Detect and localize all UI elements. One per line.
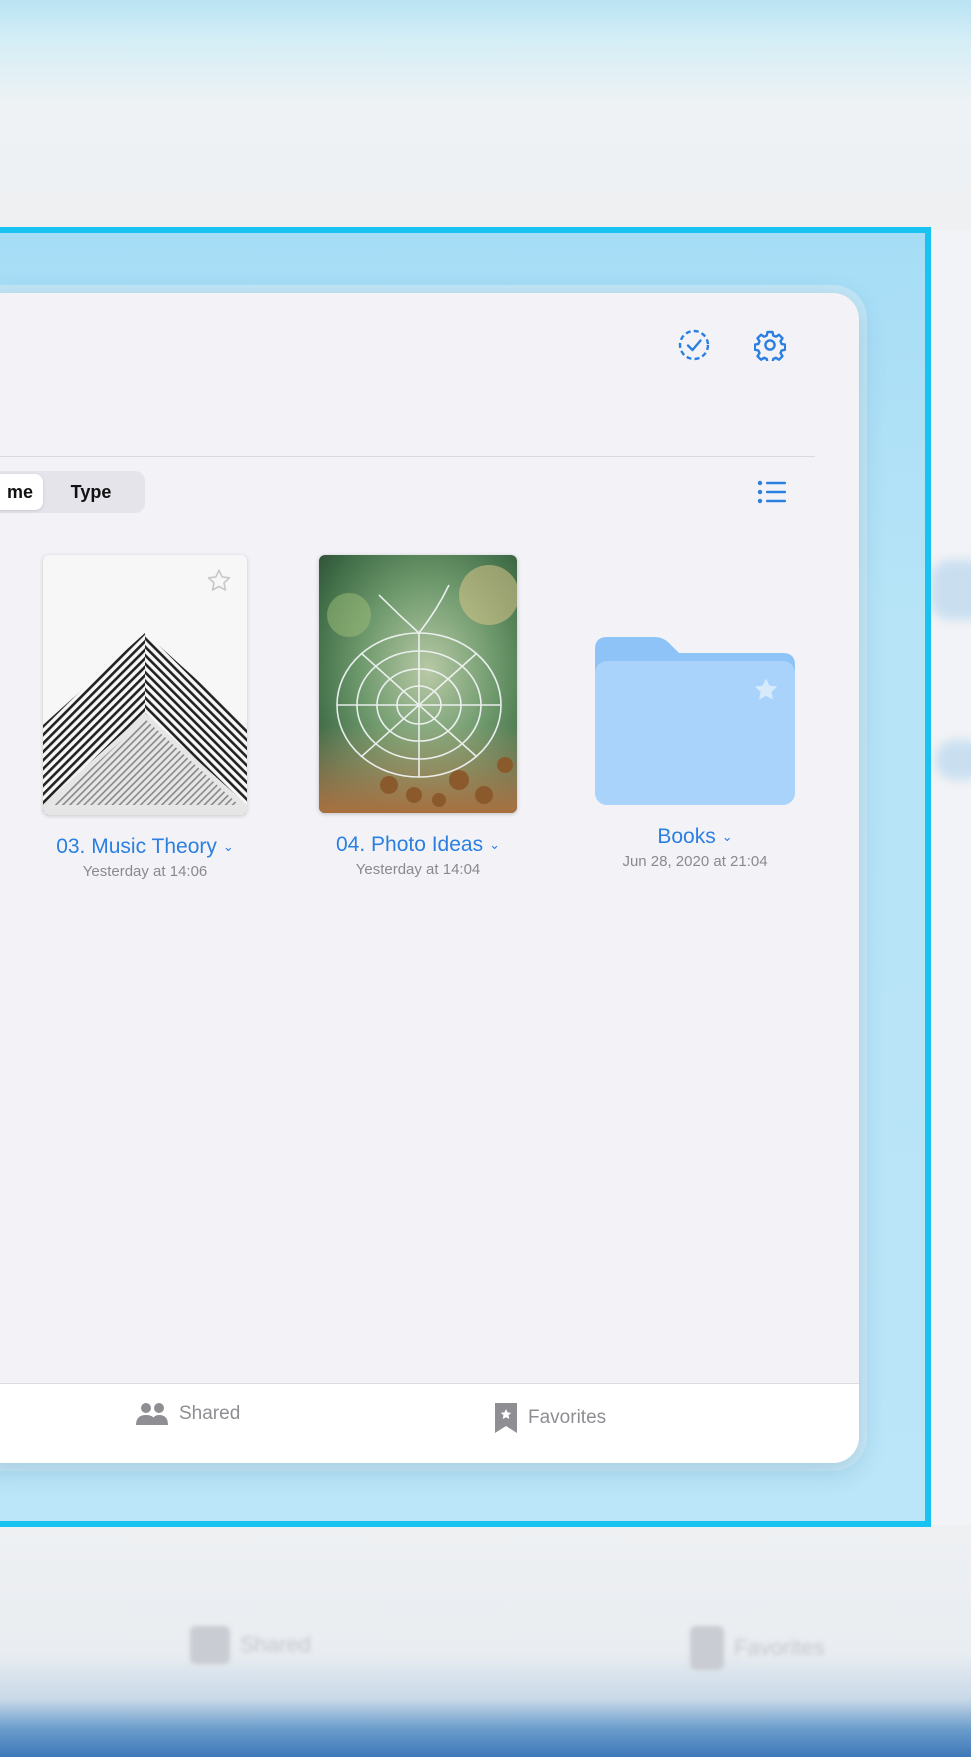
folder-title-row[interactable]: Books ⌄ (590, 825, 800, 849)
tab-favorites[interactable]: Favorites (494, 1402, 606, 1434)
gear-icon (754, 330, 786, 361)
people-icon (136, 1403, 168, 1425)
app-window: me Type 03. Music Theory ⌄ Yesterday at … (0, 293, 859, 1463)
ghost-bookmark-icon (690, 1626, 724, 1670)
sort-by-type-segment[interactable]: Type (43, 474, 139, 510)
chevron-down-icon: ⌄ (721, 829, 733, 844)
sort-by-name-label: me (6, 481, 33, 502)
folder-date: Jun 28, 2020 at 21:04 (622, 853, 768, 870)
sort-by-name-segment[interactable]: me (0, 474, 43, 510)
folder-card[interactable]: Books ⌄ Jun 28, 2020 at 21:04 (590, 555, 800, 870)
tab-shared-label: Shared (179, 1403, 241, 1424)
document-date: Yesterday at 14:04 (355, 861, 481, 878)
select-button[interactable] (676, 327, 712, 363)
bottom-tab-bar: Shared Favorites (0, 1383, 859, 1463)
notebook-cover-music-theory[interactable] (43, 555, 247, 815)
backdrop-bottom (0, 1525, 971, 1757)
document-date: Yesterday at 14:06 (82, 863, 208, 880)
document-card[interactable]: 03. Music Theory ⌄ Yesterday at 14:06 (40, 555, 250, 880)
backdrop-ghost-shared-tab: Shared (190, 1626, 311, 1664)
notebook-cover-photo-ideas[interactable] (319, 555, 517, 813)
bookmark-star-icon (495, 1403, 517, 1433)
folder-thumbnail-books[interactable] (595, 635, 795, 805)
document-title-row[interactable]: 04. Photo Ideas ⌄ (313, 833, 523, 857)
folder-title: Books (657, 825, 716, 848)
list-view-button[interactable] (754, 474, 790, 510)
spiderweb-photo-cover (319, 555, 517, 813)
chevron-down-icon: ⌄ (489, 837, 501, 852)
document-title: 03. Music Theory (56, 835, 217, 858)
favorite-star-icon[interactable] (751, 675, 781, 705)
folder-icon (595, 637, 795, 805)
sort-segmented-control: me Type (0, 471, 145, 513)
tab-shared[interactable]: Shared (135, 1402, 240, 1426)
sort-by-type-label: Type (70, 481, 112, 502)
document-card[interactable]: 04. Photo Ideas ⌄ Yesterday at 14:04 (313, 555, 523, 878)
favorite-star-icon[interactable] (205, 567, 233, 595)
backdrop-streak (935, 740, 971, 780)
backdrop-ghost-favorites-tab: Favorites (690, 1626, 824, 1670)
ghost-favorites-label: Favorites (734, 1635, 825, 1660)
header-divider (0, 456, 815, 457)
settings-button[interactable] (752, 327, 788, 363)
chevron-down-icon: ⌄ (222, 839, 234, 854)
backdrop-top (0, 0, 971, 230)
dashed-check-circle-icon (678, 329, 710, 361)
document-title: 04. Photo Ideas (335, 833, 484, 856)
list-icon (757, 480, 786, 504)
document-title-row[interactable]: 03. Music Theory ⌄ (40, 835, 250, 859)
backdrop-streak (930, 560, 971, 620)
tab-favorites-label: Favorites (528, 1407, 607, 1428)
ghost-shared-label: Shared (240, 1632, 311, 1657)
ghost-people-icon (190, 1626, 230, 1664)
